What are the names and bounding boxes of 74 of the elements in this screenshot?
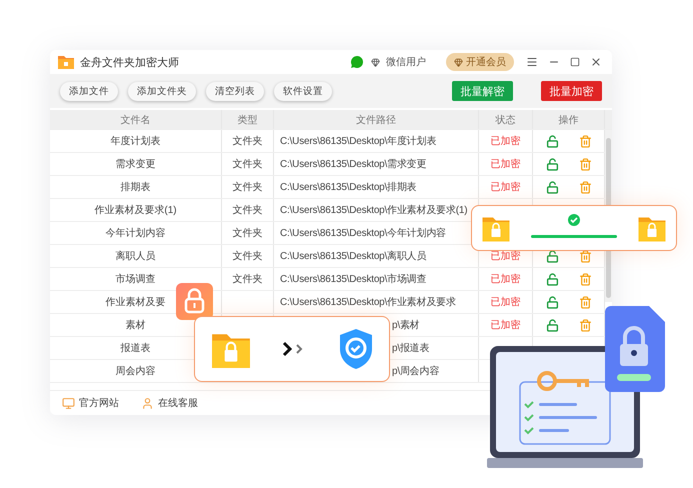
- table-cell-text: p\报道表: [392, 342, 430, 355]
- column-header: 状态: [496, 114, 516, 126]
- footer-link[interactable]: 在线客服: [141, 396, 198, 410]
- gem-icon: [371, 58, 380, 66]
- table-cell-text: 市场调查: [116, 272, 156, 286]
- column-header: 操作: [558, 114, 578, 126]
- window-title: 金舟文件夹加密大师: [80, 56, 180, 70]
- encrypt-button[interactable]: 批量加密: [541, 81, 602, 101]
- column-header: 文件名: [120, 114, 150, 126]
- table-cell-text: p\素材: [392, 318, 420, 332]
- table-cell-text: p\周会内容: [392, 364, 440, 378]
- trash-icon[interactable]: [578, 272, 592, 286]
- unlock-icon[interactable]: [546, 180, 558, 194]
- unlock-icon[interactable]: [546, 272, 558, 286]
- unlock-icon[interactable]: [546, 250, 558, 262]
- table-cell-text: 年度计划表: [110, 134, 160, 148]
- person-icon: [141, 396, 154, 410]
- toolbar-button[interactable]: 添加文件夹: [128, 82, 196, 100]
- monitor-icon: [62, 396, 75, 410]
- table-cell-text: 文件夹: [232, 158, 262, 171]
- unlock-icon[interactable]: [546, 134, 558, 148]
- table-cell-text: 排期表: [120, 180, 150, 194]
- unlock-icon[interactable]: [546, 158, 558, 170]
- unlock-icon[interactable]: [546, 318, 558, 332]
- table-cell-text: 文件夹: [232, 250, 262, 263]
- toolbar-button[interactable]: 添加文件: [60, 82, 118, 100]
- table-cell-text: C:\Users\86135\Desktop\作业素材及要求: [280, 296, 456, 309]
- table-cell-text: 需求变更: [116, 158, 156, 171]
- table-cell-text: 作业素材及要求(1): [94, 204, 177, 217]
- table-cell-text: C:\Users\86135\Desktop\市场调查: [280, 272, 426, 286]
- table-cell-text: C:\Users\86135\Desktop\年度计划表: [280, 134, 436, 148]
- status-text: 已加密: [490, 158, 520, 171]
- status-text: 已加密: [490, 318, 520, 332]
- trash-icon[interactable]: [578, 318, 592, 332]
- status-text: 已加密: [490, 272, 520, 286]
- unlock-icon[interactable]: [546, 296, 558, 308]
- trash-icon[interactable]: [578, 158, 592, 170]
- table-cell-text: 文件夹: [232, 272, 262, 286]
- toolbar-button[interactable]: 清空列表: [206, 82, 264, 100]
- table-cell-text: 文件夹: [232, 180, 262, 194]
- table-cell-text: 素材: [126, 318, 146, 332]
- shield-icon: [338, 328, 374, 370]
- trash-icon[interactable]: [578, 250, 592, 262]
- trash-icon[interactable]: [578, 296, 592, 308]
- table-cell-text: C:\Users\86135\Desktop\作业素材及要求(1): [280, 204, 468, 217]
- table-cell-text: 今年计划内容: [106, 226, 166, 240]
- chat-icon[interactable]: [349, 54, 365, 70]
- column-header: 文件路径: [356, 114, 396, 126]
- locked-document-icon: [605, 306, 665, 394]
- table-cell-text: C:\Users\86135\Desktop\今年计划内容: [280, 226, 446, 240]
- footer-link[interactable]: 官方网站: [62, 396, 119, 410]
- gem-icon: [454, 58, 463, 66]
- status-text: 已加密: [490, 250, 520, 263]
- table-cell-text: 文件夹: [232, 204, 262, 217]
- table-cell-text: 文件夹: [232, 134, 262, 148]
- table-cell-text: C:\Users\86135\Desktop\需求变更: [280, 158, 426, 171]
- maximize-icon[interactable]: [568, 57, 582, 67]
- status-text: 已加密: [490, 134, 520, 148]
- table-cell-text: C:\Users\86135\Desktop\离职人员: [280, 250, 426, 263]
- table-cell-text: 离职人员: [116, 250, 156, 263]
- status-text: 已加密: [490, 180, 520, 194]
- column-header: 类型: [238, 114, 258, 126]
- table-cell-text: C:\Users\86135\Desktop\排期表: [280, 180, 417, 194]
- status-text: 已加密: [490, 296, 520, 309]
- toolbar-button[interactable]: 软件设置: [274, 82, 332, 100]
- user-name: 微信用户: [386, 56, 426, 69]
- table-cell-text: 报道表: [120, 342, 150, 355]
- trash-icon[interactable]: [578, 134, 592, 148]
- table-cell-text: 作业素材及要: [106, 296, 166, 309]
- table-cell-text: 文件夹: [232, 226, 262, 240]
- table-cell-text: 周会内容: [116, 364, 156, 378]
- trash-icon[interactable]: [578, 180, 592, 194]
- vip-button[interactable]: 开通会员: [446, 53, 514, 71]
- app-logo-icon: [58, 55, 74, 69]
